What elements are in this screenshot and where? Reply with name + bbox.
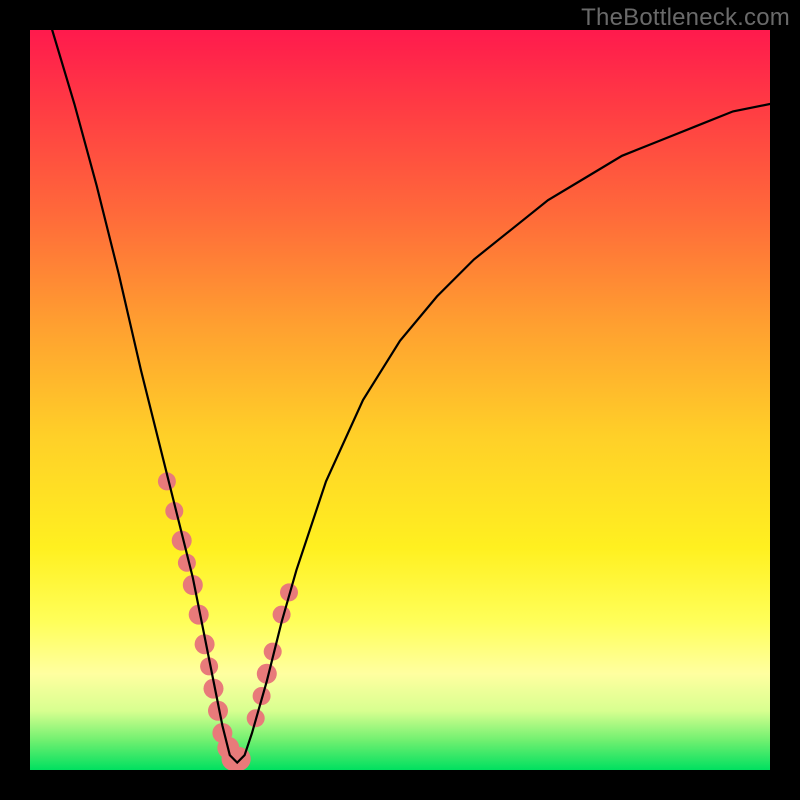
markers-group xyxy=(158,472,298,770)
plot-area xyxy=(30,30,770,770)
chart-svg xyxy=(30,30,770,770)
bottleneck-curve xyxy=(52,30,770,763)
watermark-text: TheBottleneck.com xyxy=(581,4,790,32)
chart-frame: TheBottleneck.com xyxy=(0,0,800,800)
